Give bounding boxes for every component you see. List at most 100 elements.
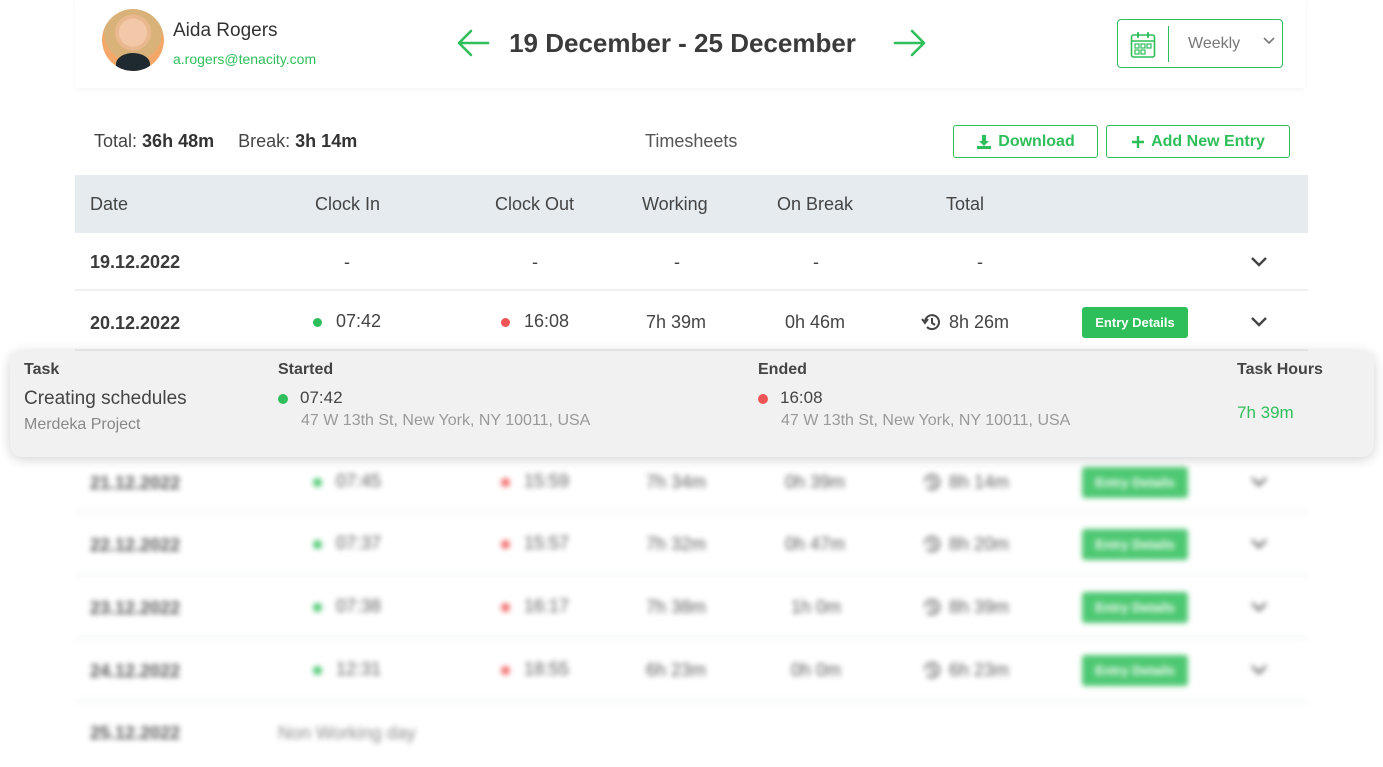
column-date[interactable]: Date: [90, 194, 128, 215]
date-range-title: 19 December - 25 December: [509, 28, 856, 58]
entry-details-button[interactable]: Entry Details: [1082, 307, 1188, 338]
table-row[interactable]: 23.12.2022 07:38 16:17 7h 38m 1h 0m 8h 3…: [75, 576, 1308, 639]
history-icon: [924, 599, 940, 616]
detail-header-task: Task: [24, 361, 60, 378]
total-value: 36h 48m: [142, 131, 215, 151]
history-icon: [924, 536, 940, 553]
table-row[interactable]: 20.12.2022 07:42 16:08 7h 39m 0h 46m 8h …: [75, 291, 1308, 351]
row-clock-in: 12:31: [313, 659, 381, 680]
detail-started-address: 47 W 13th St, New York, NY 10011, USA: [301, 412, 591, 429]
add-entry-label: Add New Entry: [1151, 132, 1265, 150]
row-total: 8h 20m: [921, 534, 1009, 555]
detail-task-hours: 7h 39m: [1237, 403, 1294, 422]
row-working: 7h 32m: [646, 534, 707, 554]
download-label: Download: [998, 132, 1075, 150]
table-row[interactable]: 25.12.2022 Non Working day: [75, 702, 1308, 764]
row-date: 23.12.2022: [90, 598, 181, 618]
clock-out-dot: [501, 317, 510, 327]
row-date: 24.12.2022: [90, 661, 181, 681]
row-working: -: [674, 252, 680, 272]
table-row[interactable]: 24.12.2022 12:31 18:55 6h 23m 0h 0m 6h 2…: [75, 639, 1308, 702]
row-clock-out: 18:55: [501, 659, 569, 680]
entry-details-button[interactable]: Entry Details: [1082, 467, 1188, 498]
detail-started-time: 07:42: [278, 388, 343, 408]
row-clock-out: 15:59: [501, 471, 569, 492]
row-clock-in: 07:45: [313, 471, 381, 492]
top-header: Aida Rogers a.rogers@tenacity.com 19 Dec…: [75, 0, 1305, 88]
row-date: 20.12.2022: [90, 313, 181, 333]
user-name: Aida Rogers: [173, 20, 278, 41]
user-avatar[interactable]: [102, 9, 164, 71]
row-total: 8h 39m: [921, 597, 1009, 618]
row-clock-out: 16:08: [501, 311, 569, 332]
chevron-down-icon[interactable]: [1250, 476, 1268, 488]
row-date: 25.12.2022: [90, 723, 181, 743]
row-date: 22.12.2022: [90, 535, 181, 555]
row-working: 7h 38m: [646, 597, 707, 617]
arrow-right-icon[interactable]: [893, 28, 927, 58]
column-total[interactable]: Total: [946, 194, 984, 215]
download-button[interactable]: Download: [953, 125, 1098, 158]
column-clock-in[interactable]: Clock In: [315, 194, 380, 215]
plus-icon: [1132, 135, 1145, 148]
row-clock-in: -: [344, 252, 350, 272]
row-total: 8h 14m: [921, 472, 1009, 493]
row-working: 7h 34m: [646, 472, 707, 492]
column-on-break[interactable]: On Break: [777, 194, 853, 215]
row-total: -: [977, 252, 983, 272]
arrow-left-icon[interactable]: [456, 28, 490, 58]
totals-summary: Total: 36h 48m Break: 3h 14m: [94, 131, 357, 152]
row-clock-out: 16:17: [501, 596, 569, 617]
entry-details-button[interactable]: Entry Details: [1082, 655, 1188, 686]
detail-header-started: Started: [278, 361, 334, 378]
add-entry-button[interactable]: Add New Entry: [1106, 125, 1290, 158]
table-row[interactable]: 21.12.2022 07:45 15:59 7h 34m 0h 39m 8h …: [75, 451, 1308, 513]
table-row[interactable]: 22.12.2022 07:37 15:57 7h 32m 0h 47m 8h …: [75, 513, 1308, 576]
row-clock-out: 15:57: [501, 533, 569, 554]
row-clock-in: 07:37: [313, 533, 381, 554]
row-on-break: -: [813, 252, 819, 272]
period-select[interactable]: Weekly: [1117, 19, 1283, 68]
end-dot: [758, 393, 768, 404]
clock-in-dot: [313, 317, 322, 327]
row-on-break: 0h 47m: [785, 534, 846, 554]
row-on-break: 0h 39m: [785, 472, 846, 492]
row-working: 7h 39m: [646, 312, 707, 332]
entry-details-button[interactable]: Entry Details: [1082, 529, 1188, 560]
break-value: 3h 14m: [295, 131, 358, 151]
calendar-icon: [1130, 32, 1156, 58]
row-clock-in: 07:42: [313, 311, 381, 332]
row-date: 19.12.2022: [90, 252, 181, 272]
break-label: Break:: [238, 131, 291, 151]
detail-ended-time: 16:08: [758, 388, 823, 408]
history-icon: [924, 474, 940, 491]
select-divider: [1168, 26, 1169, 62]
column-clock-out[interactable]: Clock Out: [495, 194, 574, 215]
table-row[interactable]: 19.12.2022 - - - - -: [75, 233, 1308, 291]
row-total: 6h 23m: [921, 660, 1009, 681]
row-on-break: 0h 46m: [785, 312, 846, 332]
row-date: 21.12.2022: [90, 473, 181, 493]
chevron-down-icon: [1263, 37, 1275, 45]
start-dot: [278, 393, 288, 404]
chevron-down-icon[interactable]: [1250, 601, 1268, 613]
history-icon: [924, 662, 940, 679]
chevron-down-icon[interactable]: [1250, 256, 1268, 268]
section-title: Timesheets: [645, 131, 738, 151]
detail-project: Merdeka Project: [24, 416, 141, 433]
chevron-down-icon[interactable]: [1250, 664, 1268, 676]
column-working[interactable]: Working: [642, 194, 708, 215]
download-icon: [977, 134, 992, 149]
chevron-down-icon[interactable]: [1250, 538, 1268, 550]
row-clock-out: -: [532, 252, 538, 272]
row-working: 6h 23m: [646, 660, 707, 680]
row-clock-in: 07:38: [313, 596, 381, 617]
detail-task-name: Creating schedules: [24, 388, 187, 409]
table-header: Date Clock In Clock Out Working On Break…: [75, 175, 1308, 233]
chevron-down-icon[interactable]: [1250, 316, 1268, 328]
detail-header-hours: Task Hours: [1237, 361, 1323, 378]
user-email[interactable]: a.rogers@tenacity.com: [173, 51, 316, 67]
row-on-break: 1h 0m: [791, 597, 842, 617]
row-on-break: 0h 0m: [791, 660, 842, 680]
entry-details-button[interactable]: Entry Details: [1082, 592, 1188, 623]
